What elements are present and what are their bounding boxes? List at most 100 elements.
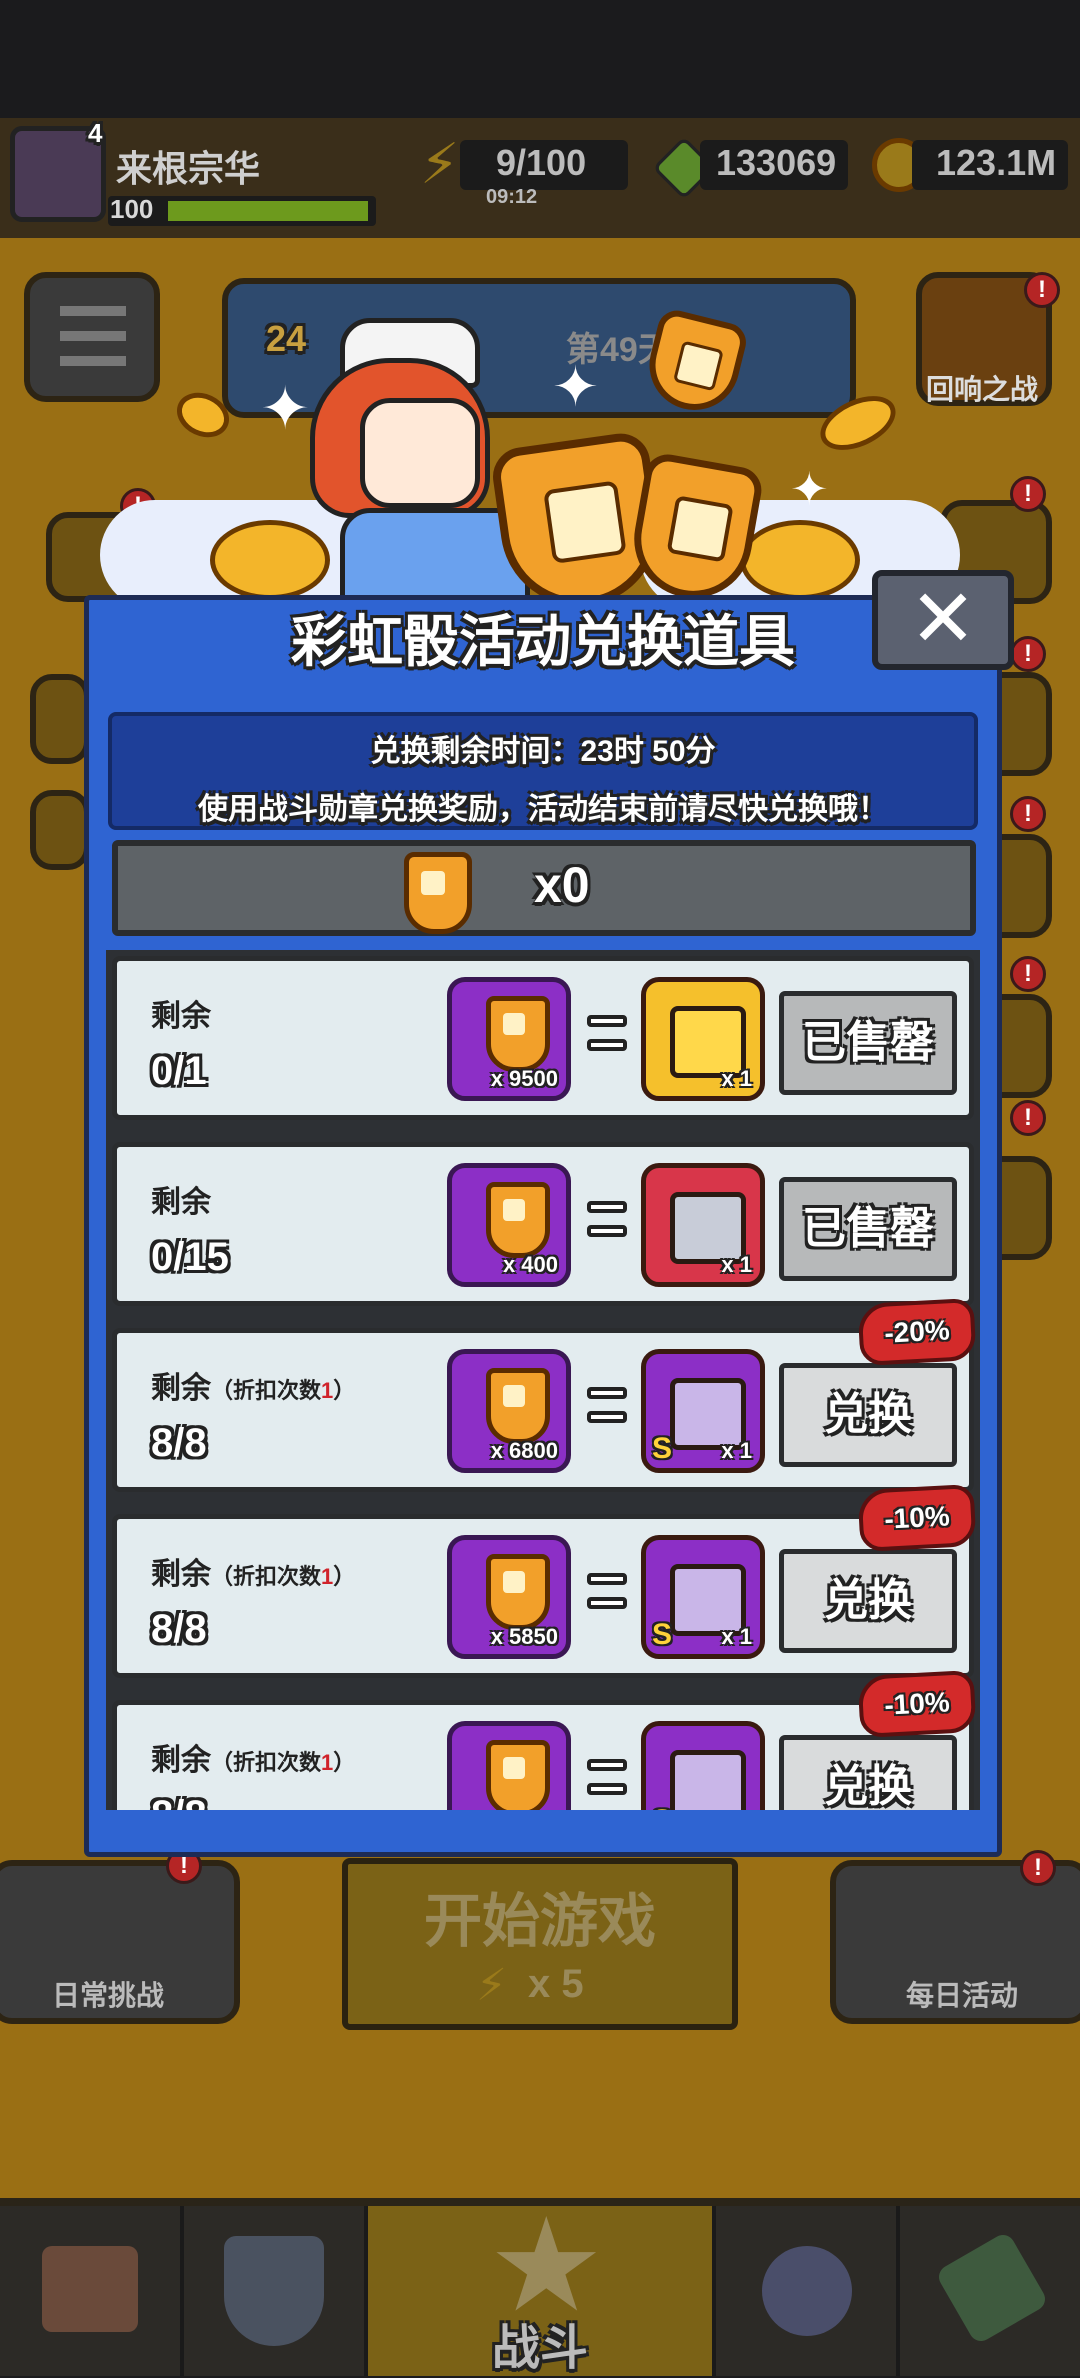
info-box: 兑换剩余时间：23时 50分 使用战斗勋章兑换奖励，活动结束前请尽快兑换哦！ [108, 712, 978, 830]
dice-medal-icon [486, 1368, 550, 1444]
remaining-time-text: 兑换剩余时间：23时 50分 [370, 735, 716, 768]
exchange-button[interactable]: 兑换 [779, 1735, 957, 1810]
equals-icon [587, 1567, 627, 1615]
exp-bar-fill [168, 201, 368, 221]
medal-cost-tile: x 9500 [447, 977, 571, 1101]
discount-note-count: 1 [321, 1378, 334, 1403]
nav-tab-battle-label: 战斗 [491, 2322, 588, 2375]
talent-icon [762, 2246, 852, 2336]
exchange-row: 剩余（折扣次数1） 8/8 S 兑换-10% [112, 1670, 977, 1810]
shop-icon [42, 2246, 138, 2332]
remaining-value: 8/8 [151, 1793, 207, 1810]
coin-decoration [740, 520, 860, 600]
exchange-button[interactable]: 兑换 [779, 1549, 957, 1653]
medal-counter-bar: x0 [112, 840, 976, 936]
gold-value: 123.1M [936, 142, 1057, 183]
reward-quantity: x 1 [721, 1066, 752, 1091]
remaining-label-text: 剩余 [151, 1186, 211, 1219]
sold-out-button[interactable]: 已售罄 [779, 991, 957, 1095]
equals-icon [587, 1195, 627, 1243]
exchange-row: 剩余 0/1 x 9500 x 1 已售罄 [112, 956, 974, 1120]
rank-s-mark: S [652, 1618, 673, 1651]
close-button[interactable]: ✕ [872, 570, 1014, 670]
discount-note-count: 1 [321, 1564, 334, 1589]
player-name: 来根宗华 [116, 148, 261, 189]
remaining-label-text: 剩余 [151, 1000, 211, 1033]
sparkle-icon: ✦ [790, 463, 829, 515]
discount-note: （折扣次数 [211, 1378, 322, 1403]
medal-cost-tile: x 400 [447, 1163, 571, 1287]
discount-badge: -20% [857, 1298, 977, 1366]
reward-tile: S [641, 1721, 765, 1810]
left-side-button-3[interactable] [30, 790, 90, 870]
equals-icon [587, 1009, 627, 1057]
left-side-button-2[interactable] [30, 674, 90, 764]
medal-cost-tile [447, 1721, 571, 1810]
exchange-button[interactable]: 兑换 [779, 1363, 957, 1467]
remaining-label: 剩余 [151, 1177, 211, 1221]
notification-dot: ! [1010, 636, 1046, 672]
nav-tab-gene[interactable] [896, 2206, 1080, 2376]
reward-tile: x 1 [641, 1163, 765, 1287]
gem-value: 133069 [716, 142, 837, 183]
remaining-label: 剩余（折扣次数1） [151, 1735, 355, 1779]
discount-badge: -10% [857, 1484, 977, 1552]
discount-note-end: ） [333, 1378, 356, 1403]
exchange-list[interactable]: 剩余 0/1 x 9500 x 1 已售罄 剩余 0/15 x 400 x 1 已售罄 剩余（折扣次… [106, 950, 980, 1810]
maid-character-illustration [300, 318, 530, 618]
exp-value: 100 [110, 194, 154, 224]
menu-icon [60, 306, 126, 366]
player-level: 4 [88, 118, 103, 148]
reward-quantity: x 1 [721, 1624, 752, 1649]
reward-tile: x 1 [641, 977, 765, 1101]
notification-dot: ! [1020, 1850, 1056, 1886]
reward-quantity: x 1 [721, 1252, 752, 1277]
sold-out-button[interactable]: 已售罄 [779, 1177, 957, 1281]
reward-tile: Sx 1 [641, 1535, 765, 1659]
cost-quantity: x 5850 [490, 1624, 558, 1649]
nav-tab-rank[interactable] [184, 2206, 368, 2376]
rank-s-mark: S [652, 1432, 673, 1465]
start-game-label: 开始游戏 [423, 1889, 656, 1954]
medal-count: x0 [534, 857, 590, 913]
dice-medal-icon [404, 852, 472, 934]
remaining-label: 剩余（折扣次数1） [151, 1549, 355, 1593]
discount-note-count: 1 [321, 1750, 334, 1775]
remaining-value: 8/8 [151, 1607, 207, 1651]
discount-note: （折扣次数 [211, 1750, 322, 1775]
sparkle-icon: ✦ [552, 355, 599, 418]
rank-s-mark: S [652, 1804, 672, 1810]
remaining-label-text: 剩余 [151, 1372, 211, 1405]
reward-quantity: x 1 [721, 1438, 752, 1463]
shield-icon [224, 2236, 324, 2346]
dice-medal-icon [486, 1740, 550, 1810]
notification-dot: ! [1010, 956, 1046, 992]
remaining-label: 剩余 [151, 991, 211, 1035]
modal-title: 彩虹骰活动兑换道具 [291, 610, 795, 673]
start-game-cost: x 5 [528, 1962, 584, 2006]
dice-medal-icon [486, 1554, 550, 1630]
energy-value: 9/100 [496, 142, 587, 183]
discount-note-end: ） [333, 1750, 356, 1775]
daily-event-label: 每日活动 [906, 1980, 1019, 2011]
reward-chest-icon [670, 1750, 746, 1810]
close-icon: ✕ [909, 574, 977, 663]
equals-icon [587, 1753, 627, 1801]
equals-icon [587, 1381, 627, 1429]
remaining-value: 0/15 [151, 1235, 229, 1279]
cost-quantity: x 6800 [490, 1438, 558, 1463]
sparkle-icon: ✦ [260, 375, 311, 442]
remaining-value: 0/1 [151, 1049, 207, 1093]
lightning-icon: ⚡ [476, 1961, 507, 2010]
discount-note: （折扣次数 [211, 1564, 322, 1589]
nav-tab-shop[interactable] [0, 2206, 184, 2376]
menu-button[interactable] [24, 272, 160, 402]
nav-tab-talent[interactable] [712, 2206, 896, 2376]
exchange-row: 剩余 0/15 x 400 x 1 已售罄 [112, 1142, 974, 1306]
daily-challenge-label: 日常挑战 [52, 1980, 165, 2011]
remaining-label-text: 剩余 [151, 1744, 211, 1777]
exchange-hint-text: 使用战斗勋章兑换奖励，活动结束前请尽快兑换哦！ [198, 793, 888, 826]
dice-medal-icon [486, 1182, 550, 1258]
notification-dot: ! [1010, 1100, 1046, 1136]
dice-medal-icon [486, 996, 550, 1072]
